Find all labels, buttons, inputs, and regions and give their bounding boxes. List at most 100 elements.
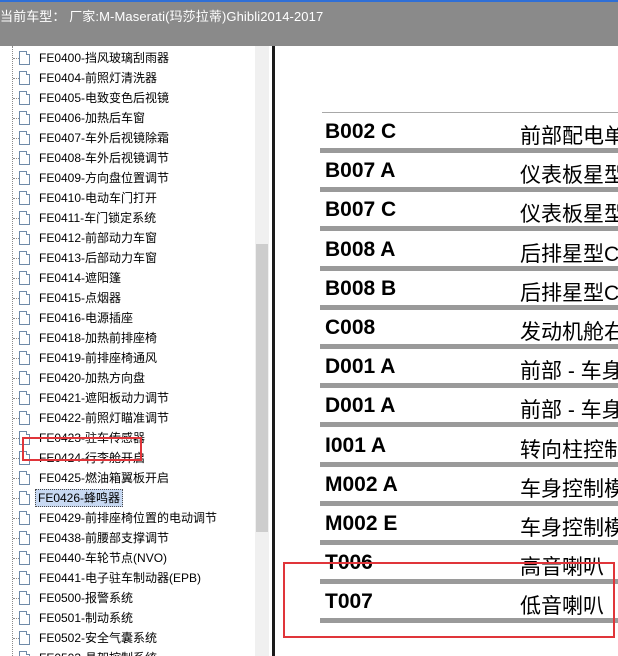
tree-item[interactable]: FE0438-前腰部支撑调节 bbox=[0, 528, 255, 548]
tree-item[interactable]: FE0418-加热前排座椅 bbox=[0, 328, 255, 348]
connector-code: M002 A bbox=[325, 472, 398, 496]
tree-item[interactable]: FE0409-方向盘位置调节 bbox=[0, 168, 255, 188]
tree-item[interactable]: FE0407-车外后视镜除霜 bbox=[0, 128, 255, 148]
tree-item-label: FE0429-前排座椅位置的电动调节 bbox=[39, 511, 218, 525]
document-icon bbox=[19, 471, 30, 485]
tree-item-label: FE0413-后部动力车窗 bbox=[39, 251, 158, 265]
tree-item[interactable]: FE0412-前部动力车窗 bbox=[0, 228, 255, 248]
table-row: D001 A 前部 - 车身 bbox=[320, 349, 618, 389]
tree-item[interactable]: FE0425-燃油箱翼板开启 bbox=[0, 468, 255, 488]
connector-description: 后排星型C bbox=[520, 281, 618, 305]
table-row: M002 E 车身控制模 bbox=[320, 506, 618, 545]
document-icon bbox=[19, 491, 30, 505]
tree-item-label: FE0411-车门锁定系统 bbox=[39, 211, 157, 225]
tree-item-label: FE0414-遮阳篷 bbox=[39, 271, 122, 285]
document-icon bbox=[19, 291, 30, 305]
tree-item-label: FE0410-电动车门打开 bbox=[39, 191, 158, 205]
connector-description: 车身控制模 bbox=[520, 477, 618, 501]
document-icon bbox=[19, 51, 30, 65]
tree-item-label: FE0502-安全气囊系统 bbox=[39, 631, 158, 645]
tree-item[interactable]: FE0421-遮阳板动力调节 bbox=[0, 388, 255, 408]
connector-description: 车身控制模 bbox=[520, 517, 618, 540]
tree-item-label: FE0500-报警系统 bbox=[39, 591, 134, 605]
document-icon bbox=[19, 191, 30, 205]
tree-item[interactable]: FE0502-安全气囊系统 bbox=[0, 628, 255, 648]
document-icon bbox=[19, 151, 30, 165]
tree-item[interactable]: FE0415-点烟器 bbox=[0, 288, 255, 308]
tree-item[interactable]: FE0441-电子驻车制动器(EPB) bbox=[0, 568, 255, 588]
tree-item[interactable]: FE0410-电动车门打开 bbox=[0, 188, 255, 208]
connector-description: 仪表板星型 bbox=[520, 203, 618, 227]
tree-item[interactable]: FE0413-后部动力车窗 bbox=[0, 248, 255, 268]
tree-item-label: FE0426-蜂鸣器 bbox=[35, 489, 124, 507]
document-icon bbox=[19, 111, 30, 125]
document-icon bbox=[19, 351, 30, 365]
tree-item-label: FE0406-加热后车窗 bbox=[39, 111, 146, 125]
tree-item[interactable]: FE0422-前照灯瞄准调节 bbox=[0, 408, 255, 428]
tree-item[interactable]: FE0408-车外后视镜调节 bbox=[0, 148, 255, 168]
tree-item-label: FE0404-前照灯清洗器 bbox=[39, 71, 158, 85]
document-icon bbox=[19, 571, 30, 585]
document-icon bbox=[19, 371, 30, 385]
tree-item[interactable]: FE0440-车轮节点(NVO) bbox=[0, 548, 255, 568]
table-row: C008 发动机舱右 bbox=[320, 310, 618, 349]
document-icon bbox=[19, 391, 30, 405]
document-icon bbox=[19, 91, 30, 105]
connector-code: C008 bbox=[325, 316, 376, 339]
connector-description: 前部 - 车身 bbox=[520, 360, 618, 384]
document-icon bbox=[19, 511, 30, 525]
component-tree: FE0400-挡风玻璃刮雨器 FE0404-前照灯清洗器 FE0405-电致变色后视… bbox=[0, 46, 255, 656]
tree-item[interactable]: FE0400-挡风玻璃刮雨器 bbox=[0, 48, 255, 68]
tree-item[interactable]: FE0429-前排座椅位置的电动调节 bbox=[0, 508, 255, 528]
tree-item[interactable]: FE0406-加热后车窗 bbox=[0, 108, 255, 128]
document-icon bbox=[19, 271, 30, 285]
tree-item[interactable]: FE0414-遮阳篷 bbox=[0, 268, 255, 288]
document-icon bbox=[19, 71, 30, 85]
document-icon bbox=[19, 231, 30, 245]
tree-item[interactable]: FE0404-前照灯清洗器 bbox=[0, 68, 255, 88]
document-icon bbox=[19, 411, 30, 425]
tree-item-label: FE0503-悬架控制系统 bbox=[37, 650, 159, 656]
connector-code: B008 A bbox=[325, 237, 396, 261]
table-row: B008 B 后排星型C bbox=[320, 271, 618, 310]
tree-item-label: FE0400-挡风玻璃刮雨器 bbox=[39, 51, 170, 65]
table-row: B007 C 仪表板星型 bbox=[320, 192, 618, 232]
connector-code: B007 C bbox=[325, 198, 397, 222]
table-row: M002 A 车身控制模 bbox=[320, 467, 618, 506]
table-top-rule bbox=[322, 112, 618, 113]
scrollbar-thumb[interactable] bbox=[256, 244, 268, 532]
tree-item[interactable]: FE0503-悬架控制系统 bbox=[0, 648, 255, 656]
title-bar: 当前车型： 厂家:M-Maserati(玛莎拉蒂)Ghibli2014-2017 bbox=[0, 0, 618, 46]
tree-scrollbar[interactable] bbox=[255, 46, 269, 656]
tree-item-label: FE0422-前照灯瞄准调节 bbox=[39, 411, 170, 425]
tree-item-label: FE0415-点烟器 bbox=[39, 291, 122, 305]
tree-item[interactable]: FE0420-加热方向盘 bbox=[0, 368, 255, 388]
tree-item[interactable]: FE0419-前排座椅通风 bbox=[0, 348, 255, 368]
tree-item[interactable]: FE0416-电源插座 bbox=[0, 308, 255, 328]
table-row: B007 A 仪表板星型 bbox=[320, 153, 618, 193]
tree-item[interactable]: FE0411-车门锁定系统 bbox=[0, 208, 255, 228]
connector-description: 前部配电单 bbox=[520, 125, 618, 148]
table-row: D001 A 前部 - 车身 bbox=[320, 388, 618, 428]
tree-item-label: FE0407-车外后视镜除霜 bbox=[39, 131, 170, 145]
tree-item-label: FE0408-车外后视镜调节 bbox=[39, 151, 170, 165]
tree-item-label: FE0412-前部动力车窗 bbox=[39, 231, 158, 245]
tree-item[interactable]: FE0500-报警系统 bbox=[0, 588, 255, 608]
connector-code: B002 C bbox=[325, 120, 397, 143]
horn-rows-annotation-box bbox=[283, 562, 615, 638]
connector-code: B007 A bbox=[325, 159, 396, 183]
document-icon bbox=[19, 211, 30, 225]
tree-item[interactable]: FE0405-电致变色后视镜 bbox=[0, 88, 255, 108]
tree-item[interactable]: FE0426-蜂鸣器 bbox=[0, 488, 255, 508]
document-icon bbox=[19, 651, 30, 656]
connector-code: B008 B bbox=[325, 276, 397, 300]
tree-item-label: FE0421-遮阳板动力调节 bbox=[39, 391, 170, 405]
tree-item-label: FE0425-燃油箱翼板开启 bbox=[39, 471, 170, 485]
tree-item-label: FE0418-加热前排座椅 bbox=[39, 331, 158, 345]
tree-item-label: FE0441-电子驻车制动器(EPB) bbox=[39, 571, 202, 585]
tree-item[interactable]: FE0501-制动系统 bbox=[0, 608, 255, 628]
connector-code: D001 A bbox=[325, 394, 396, 418]
connector-description: 后排星型C bbox=[520, 242, 618, 266]
document-icon bbox=[19, 131, 30, 145]
connector-code: D001 A bbox=[325, 355, 396, 379]
